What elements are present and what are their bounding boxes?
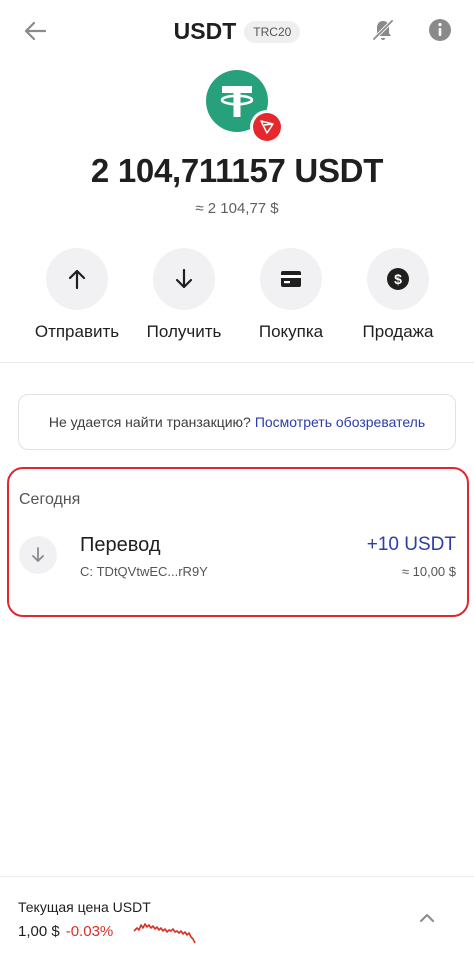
price-sparkline: [133, 923, 196, 944]
sell-label: Продажа: [362, 322, 434, 341]
notice-text: Не удается найти транзакцию?: [48, 414, 251, 430]
price-row: 1,00 $ -0.03%: [18, 923, 113, 940]
network-badge: TRC20: [244, 20, 301, 43]
buy-label: Покупка: [258, 322, 324, 341]
send-button[interactable]: Отправить: [29, 248, 125, 342]
token-balance: 2 104,711157 USDT: [90, 152, 384, 189]
notifications-toggle-button[interactable]: [369, 16, 397, 44]
missing-transaction-notice: Не удается найти транзакцию? Посмотреть …: [18, 394, 456, 450]
receive-button[interactable]: Получить: [136, 248, 232, 342]
send-label: Отправить: [34, 322, 120, 341]
section-divider: [0, 362, 474, 363]
transaction-row[interactable]: Перевод С: TDtQVtwEC...rR9Y +10 USDT ≈ 1…: [14, 524, 462, 586]
price-bar[interactable]: Текущая цена USDT 1,00 $ -0.03%: [0, 876, 474, 961]
sell-action-circle: $: [367, 248, 429, 310]
transaction-type-badge: [19, 536, 57, 574]
sell-button[interactable]: $ Продажа: [350, 248, 446, 342]
explorer-link[interactable]: Посмотреть обозреватель: [255, 414, 425, 430]
fiat-balance: ≈ 2 104,77 $: [195, 200, 279, 217]
chevron-up-icon: [420, 914, 434, 922]
arrow-down-icon: [32, 547, 44, 562]
receive-label: Получить: [146, 322, 222, 341]
title-group: USDT TRC20: [0, 18, 474, 45]
transaction-amount: +10 USDT: [366, 534, 456, 555]
buy-action-circle: [260, 248, 322, 310]
buy-button[interactable]: Покупка: [243, 248, 339, 342]
transaction-sender: С: TDtQVtwEC...rR9Y: [80, 564, 208, 579]
page-title: USDT: [173, 18, 237, 44]
price-change: -0.03%: [65, 923, 114, 940]
card-icon: [281, 271, 301, 287]
app-header: USDT TRC20: [0, 0, 474, 62]
svg-text:$: $: [394, 271, 402, 287]
token-logo: [206, 70, 284, 144]
tron-logo-icon: [253, 113, 281, 141]
arrow-up-icon: [68, 269, 86, 290]
expand-price-button[interactable]: [414, 907, 440, 929]
current-price: 1,00 $: [18, 923, 60, 940]
send-action-circle: [46, 248, 108, 310]
info-button[interactable]: [426, 16, 454, 44]
price-label: Текущая цена USDT: [18, 899, 151, 915]
network-logo-badge: [250, 110, 284, 144]
transaction-fiat-amount: ≈ 10,00 $: [401, 564, 456, 579]
bell-off-icon: [372, 19, 394, 41]
info-icon: [429, 19, 451, 41]
receive-action-circle: [153, 248, 215, 310]
date-section-header: Сегодня: [19, 491, 81, 508]
dollar-circle-icon: $: [387, 268, 409, 290]
arrow-down-icon: [175, 268, 193, 289]
transaction-title: Перевод: [80, 534, 161, 556]
